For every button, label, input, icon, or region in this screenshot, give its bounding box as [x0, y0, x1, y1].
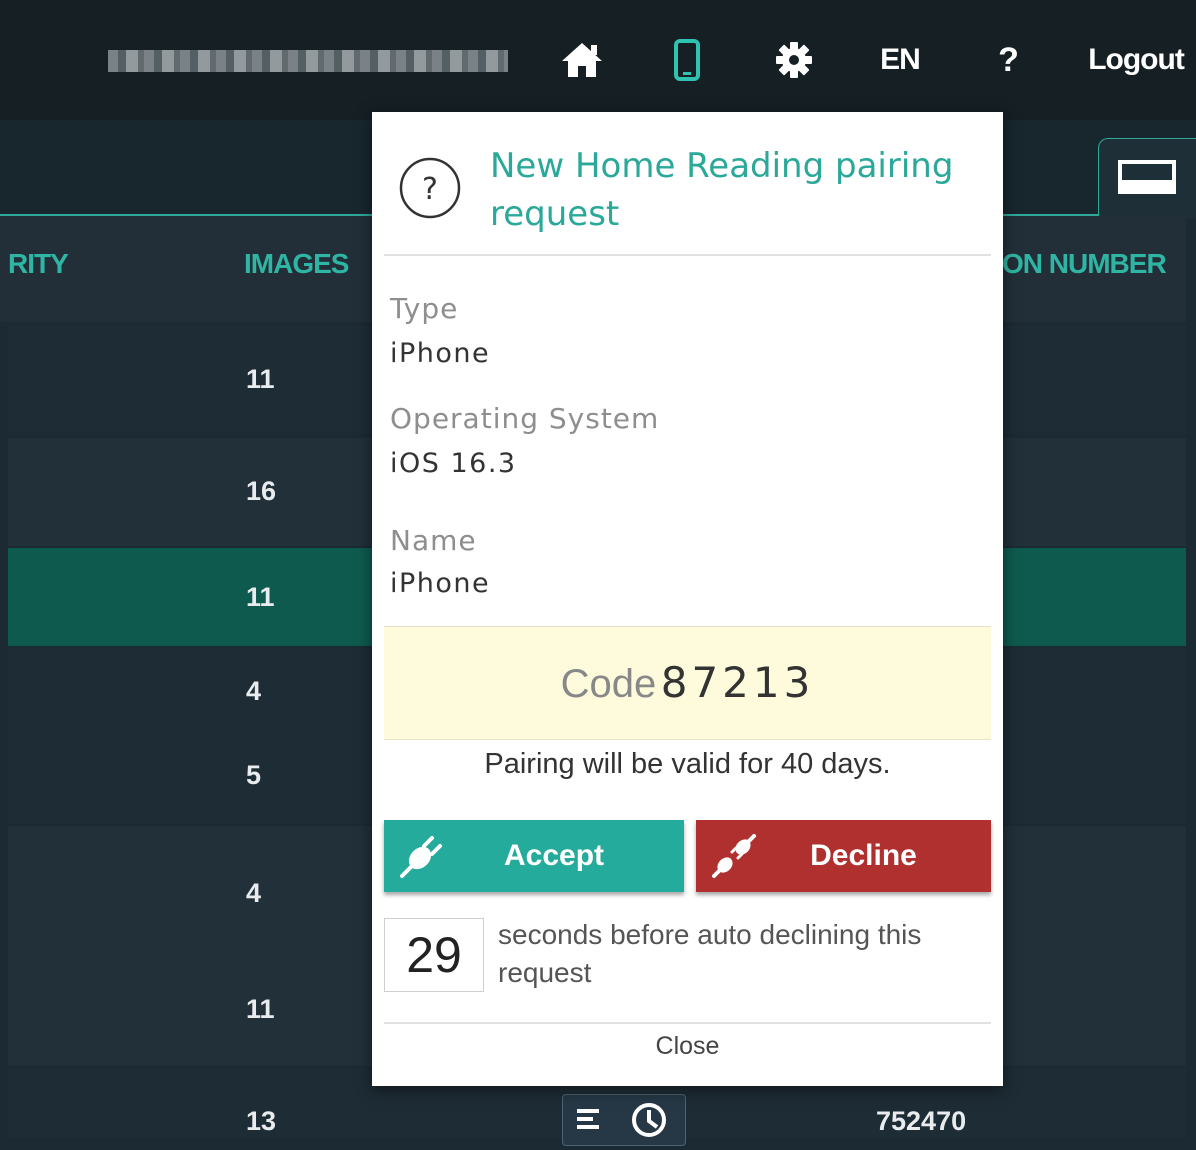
accept-label: Accept [503, 839, 605, 872]
divider [384, 254, 991, 256]
column-header-number[interactable]: ON NUMBER [1002, 248, 1167, 280]
name-label: Name [390, 524, 477, 557]
gear-icon[interactable] [774, 36, 814, 84]
decline-label: Decline [810, 839, 917, 872]
list-icon [577, 1109, 599, 1129]
clock-icon [632, 1103, 666, 1137]
row-images-count: 4 [246, 878, 262, 908]
question-circle-icon: ? [399, 157, 461, 219]
mobile-icon[interactable] [670, 36, 704, 84]
divider [384, 1022, 991, 1024]
row-images-count: 5 [246, 760, 262, 790]
column-header-images[interactable]: IMAGES [244, 248, 349, 280]
accept-button[interactable]: Accept [384, 820, 684, 892]
close-button[interactable]: Close [384, 1032, 991, 1061]
code-value: 87213 [660, 658, 815, 707]
dialog-title: New Home Reading pairing request [490, 146, 954, 234]
decline-button[interactable]: Decline [696, 820, 991, 892]
row-images-count: 16 [246, 476, 277, 506]
row-images-count: 11 [246, 582, 275, 612]
row-images-count: 11 [246, 994, 275, 1024]
row-actions-badge[interactable] [562, 1094, 686, 1146]
home-icon[interactable] [556, 36, 608, 84]
code-label: Code [560, 662, 657, 706]
pairing-code-box: Code 87213 [384, 626, 991, 740]
row-images-count: 11 [246, 364, 275, 394]
row-images-count: 13 [246, 1106, 277, 1136]
help-button[interactable]: ? [990, 36, 1026, 84]
os-value: iOS 16.3 [390, 448, 517, 479]
pairing-request-dialog: ? New Home Reading pairing request Type … [372, 112, 1003, 1086]
top-bar: EN ? Logout [0, 0, 1196, 120]
user-email-obscured [108, 50, 508, 72]
row-images-count: 4 [246, 676, 262, 706]
svg-text:?: ? [422, 172, 438, 207]
validity-text: Pairing will be valid for 40 days. [484, 748, 891, 780]
os-label: Operating System [390, 402, 660, 435]
countdown-counter: 29 [384, 918, 484, 992]
logout-button[interactable]: Logout [1084, 36, 1188, 84]
column-header-priority[interactable]: RITY [8, 248, 69, 280]
language-selector[interactable]: EN [872, 36, 928, 84]
type-label: Type [390, 292, 459, 325]
row-number: 752470 [876, 1106, 967, 1136]
name-value: iPhone [390, 568, 491, 599]
countdown-text: seconds before auto declining this reque… [498, 919, 922, 988]
screen-view-icon[interactable] [1118, 160, 1176, 194]
type-value: iPhone [390, 338, 491, 369]
